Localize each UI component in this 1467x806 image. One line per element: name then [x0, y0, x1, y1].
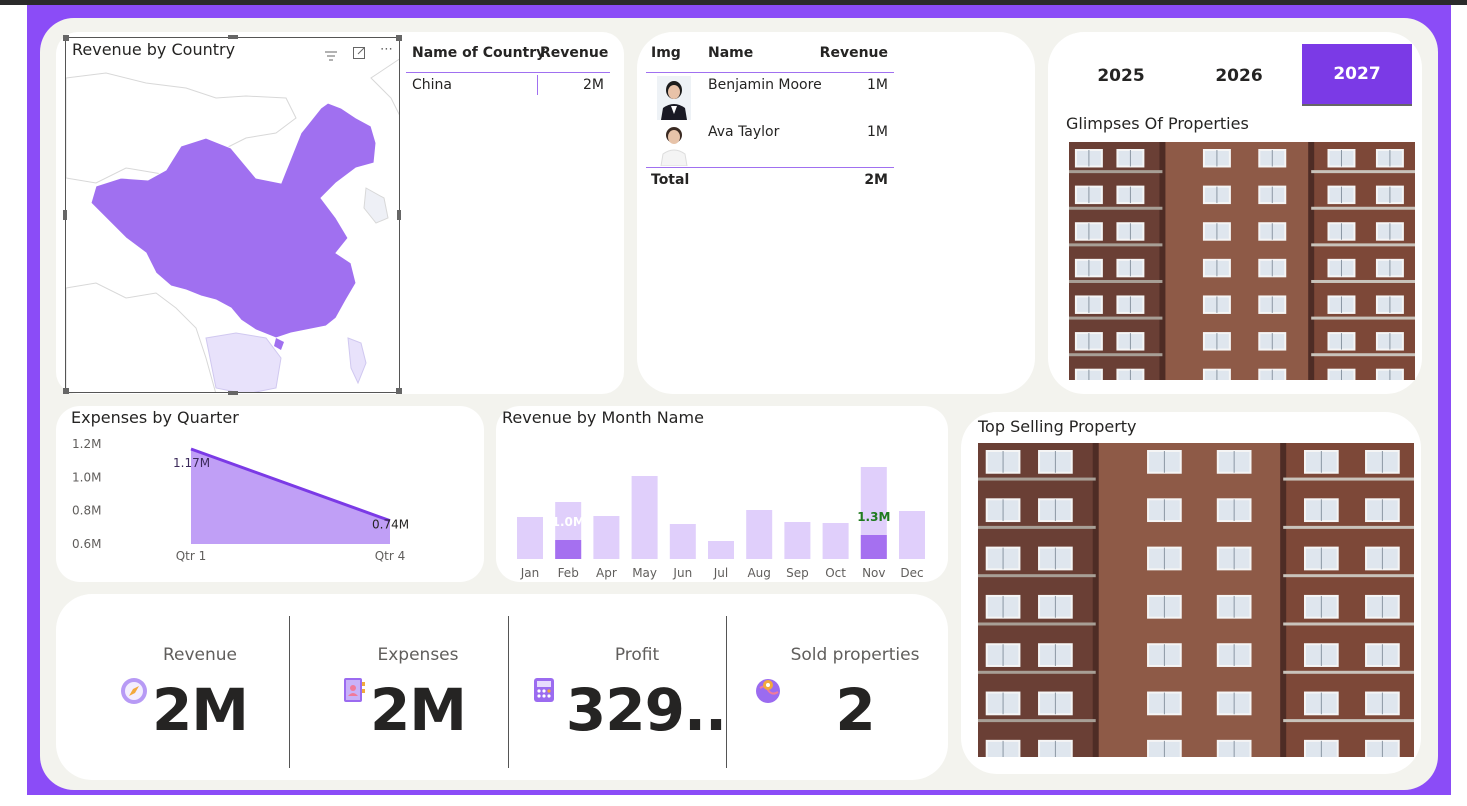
agent-table: Img Name Revenue Benjamin Moore 1M Ava T… — [646, 40, 894, 200]
bar — [822, 523, 849, 559]
filter-icon[interactable] — [325, 46, 337, 61]
bar — [899, 511, 925, 559]
header-name[interactable]: Name — [708, 45, 753, 61]
year-button-2026[interactable]: 2026 — [1184, 45, 1294, 107]
x-tick-label: Feb — [558, 566, 579, 580]
resize-handle[interactable] — [63, 35, 69, 41]
building-image — [1069, 142, 1415, 380]
x-tick-label: Apr — [596, 566, 617, 580]
y-tick-label: 0.6M — [72, 537, 101, 551]
land-outline-northeast — [370, 58, 399, 116]
total-value: 2M — [864, 172, 888, 188]
kpi-profit-label: Profit — [614, 645, 660, 665]
area-fill — [191, 449, 390, 544]
bar — [784, 522, 811, 559]
building-image — [978, 443, 1414, 757]
bar — [593, 516, 620, 559]
x-tick-label: Qtr 4 — [375, 549, 406, 563]
total-line — [646, 167, 894, 168]
kpi-profit-value: 329.. — [565, 676, 727, 744]
agent-name[interactable]: Benjamin Moore — [708, 77, 822, 93]
avatar — [657, 122, 691, 166]
bar-highlight — [860, 535, 887, 559]
agent-revenue[interactable]: 1M — [816, 124, 888, 140]
header-underline — [646, 72, 894, 73]
compass-icon — [120, 677, 148, 705]
cell-revenue[interactable]: 2M — [540, 77, 604, 93]
x-tick-label: Dec — [900, 566, 923, 580]
avatar — [657, 76, 691, 120]
property-photo — [1069, 142, 1415, 380]
focus-mode-icon[interactable] — [353, 44, 365, 59]
calculator-icon — [530, 676, 558, 704]
resize-handle[interactable] — [228, 391, 238, 395]
map-title: Revenue by Country — [72, 40, 236, 59]
x-tick-label: Jan — [520, 566, 540, 580]
glimpses-title: Glimpses Of Properties — [1066, 114, 1249, 133]
cell-country[interactable]: China — [412, 77, 452, 93]
bar — [669, 524, 696, 559]
column-divider — [537, 75, 538, 95]
more-options-icon[interactable]: ⋯ — [380, 42, 393, 57]
y-tick-label: 0.8M — [72, 504, 101, 518]
top-selling-title: Top Selling Property — [978, 417, 1137, 436]
map-pin-globe-icon — [754, 676, 782, 704]
data-label: 1.3M — [857, 510, 890, 524]
top-selling-photo — [978, 443, 1414, 757]
header-underline — [406, 72, 610, 73]
bar — [517, 517, 543, 559]
year-button-2027[interactable]: 2027 — [1302, 44, 1412, 106]
x-tick-label: Oct — [825, 566, 846, 580]
bar-highlight — [555, 540, 582, 559]
data-label: 1.17M — [173, 456, 210, 470]
x-tick-label: May — [632, 566, 657, 580]
map-visual[interactable]: Revenue by Country ⋯ — [65, 37, 400, 393]
hainan-region — [274, 338, 284, 350]
expenses-title: Expenses by Quarter — [71, 408, 239, 427]
data-label: 0.74M — [372, 518, 409, 532]
expenses-chart[interactable]: 1.2M 1.0M 0.8M 0.6M 1.17M 0.74M Qtr 1 Qtr 4 — [60, 430, 480, 570]
x-tick-label: Jul — [713, 566, 728, 580]
resize-handle[interactable] — [397, 210, 401, 220]
y-tick-label: 1.2M — [72, 437, 101, 451]
revenue-month-title: Revenue by Month Name — [502, 408, 704, 427]
resize-handle[interactable] — [63, 388, 69, 394]
header-country[interactable]: Name of Country — [412, 45, 545, 61]
map-svg — [66, 58, 399, 392]
land-outline-southwest — [66, 282, 216, 392]
x-tick-label: Qtr 1 — [176, 549, 207, 563]
data-label: 1.0M — [552, 515, 585, 529]
header-revenue[interactable]: Revenue — [816, 45, 888, 61]
revenue-month-chart[interactable]: Jan 1.0M Feb Apr May Jun Jul Aug Sep Oct 1.3M Nov De… — [500, 430, 940, 582]
agent-name[interactable]: Ava Taylor — [708, 124, 779, 140]
kpi-expenses-label: Expenses — [377, 645, 459, 665]
kpi-sold-value: 2 — [835, 676, 875, 744]
contact-book-icon — [340, 676, 368, 704]
resize-handle[interactable] — [63, 210, 67, 220]
agent-revenue[interactable]: 1M — [816, 77, 888, 93]
resize-handle[interactable] — [396, 35, 402, 41]
header-img[interactable]: Img — [651, 45, 681, 61]
kpi-revenue-label: Revenue — [162, 645, 238, 665]
x-tick-label: Jun — [672, 566, 692, 580]
total-label: Total — [651, 172, 690, 188]
land-outline-islands — [347, 337, 367, 385]
x-tick-label: Nov — [862, 566, 885, 580]
year-button-2025[interactable]: 2025 — [1066, 45, 1176, 107]
land-outline-southeast-asia — [205, 332, 282, 392]
bar — [746, 510, 773, 559]
x-tick-label: Sep — [786, 566, 809, 580]
country-table: Name of Country Revenue China 2M — [406, 40, 610, 100]
kpi-sold-label: Sold properties — [790, 645, 920, 665]
resize-handle[interactable] — [228, 35, 238, 39]
y-tick-label: 1.0M — [72, 470, 101, 484]
x-tick-label: Aug — [747, 566, 770, 580]
land-outline-korea — [363, 187, 389, 224]
bar — [708, 541, 734, 559]
resize-handle[interactable] — [396, 388, 402, 394]
header-revenue[interactable]: Revenue — [540, 45, 608, 61]
bar — [631, 476, 658, 559]
